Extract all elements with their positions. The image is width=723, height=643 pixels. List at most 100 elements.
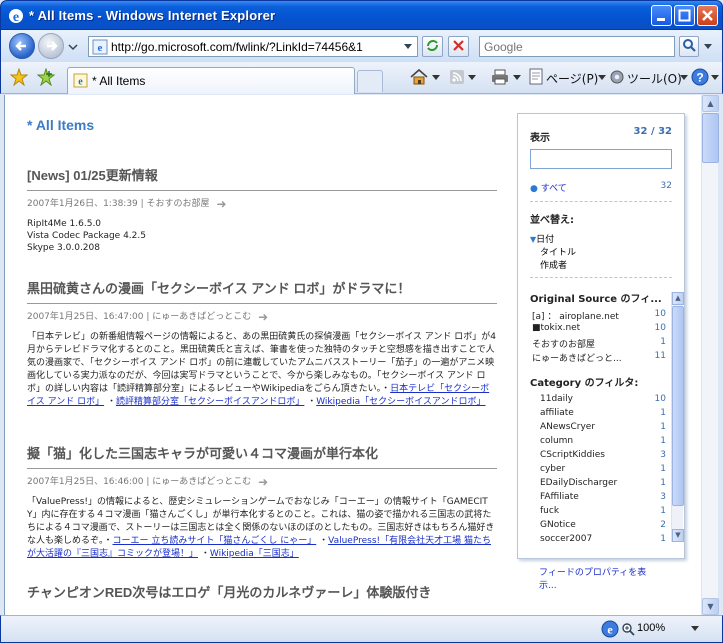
sort-option-title[interactable]: タイトル xyxy=(540,245,682,258)
go-arrow-icon[interactable]: ➜ xyxy=(258,310,268,324)
close-window-button[interactable] xyxy=(697,5,718,26)
address-dropdown-icon[interactable] xyxy=(402,42,414,52)
source-count: 10 xyxy=(654,309,666,319)
source-count: 11 xyxy=(654,351,666,361)
source-filter-label: Original Source のフィ... xyxy=(530,294,662,305)
page-scrollbar[interactable]: ▲ ▼ xyxy=(701,95,719,615)
filter-search-input[interactable] xyxy=(530,149,672,169)
search-options-dropdown-icon[interactable] xyxy=(703,43,713,51)
article-meta: 2007年1月25日、16:46:00 | にゅーあきばどっとこむ ➜ xyxy=(27,474,269,489)
history-dropdown-icon[interactable] xyxy=(67,42,79,52)
source-filter-item[interactable]: ■tokix.net 10 xyxy=(532,323,670,337)
page-dropdown-icon[interactable] xyxy=(598,75,606,81)
item-count: 32 / 32 xyxy=(633,126,672,137)
source-filter-item[interactable]: にゅーあきばどっと... 11 xyxy=(532,351,670,365)
article-link[interactable]: Wikipedia「三国志」 xyxy=(210,549,299,559)
address-bar[interactable]: e http://go.microsoft.com/fwlink/?LinkId… xyxy=(88,36,418,57)
tools-dropdown-icon[interactable] xyxy=(680,75,688,81)
page-menu-button[interactable]: ページ(P) xyxy=(546,70,598,88)
article-title[interactable]: 黒田硫黄さんの漫画「セクシーボイス アンド ロボ」がドラマに！ xyxy=(27,278,497,304)
feed-properties-link[interactable]: フィードのプロパティを表示... xyxy=(539,567,659,593)
category-filter-item[interactable]: EDailyDischarger 1 xyxy=(540,478,670,492)
forward-button[interactable] xyxy=(38,33,64,59)
page-menu-icon xyxy=(529,68,543,85)
category-filter-item[interactable]: cyber 1 xyxy=(540,464,670,478)
article-source[interactable]: そおすのお部屋 xyxy=(147,199,210,209)
category-filter-item[interactable]: soccer2007 1 xyxy=(540,534,670,548)
add-favorites-icon[interactable] xyxy=(37,68,55,86)
category-filter-item[interactable]: fuck 1 xyxy=(540,506,670,520)
internet-zone-icon[interactable]: e xyxy=(601,620,619,638)
category-filter-item[interactable]: affiliate 1 xyxy=(540,408,670,422)
source-count: 1 xyxy=(660,337,666,347)
feeds-icon[interactable] xyxy=(449,69,465,85)
article-source[interactable]: にゅーあきばどっとこむ xyxy=(152,312,251,322)
refresh-button[interactable] xyxy=(422,36,443,57)
article-title[interactable]: 擬「猫」化した三国志キャラが可愛い４コマ漫画が単行本化 xyxy=(27,443,497,469)
search-input[interactable] xyxy=(482,38,672,56)
home-dropdown-icon[interactable] xyxy=(432,75,440,81)
bullet-icon: ● xyxy=(530,184,538,194)
help-icon[interactable]: ? xyxy=(691,68,709,86)
category-count: 1 xyxy=(660,506,666,516)
home-icon[interactable] xyxy=(409,68,429,86)
filter-list-scrollbar[interactable]: ▲ ▼ xyxy=(671,292,684,542)
article-source[interactable]: にゅーあきばどっとこむ xyxy=(152,477,251,487)
category-filter-item[interactable]: FAffiliate 3 xyxy=(540,492,670,506)
favorites-star-icon[interactable] xyxy=(10,68,28,86)
scroll-down-arrow-icon[interactable]: ▼ xyxy=(672,529,684,542)
category-count: 2 xyxy=(660,520,666,530)
category-count: 3 xyxy=(660,492,666,502)
page-scroll-thumb[interactable] xyxy=(702,113,719,163)
category-filter-item[interactable]: column 1 xyxy=(540,436,670,450)
maximize-button[interactable] xyxy=(674,5,695,26)
article-title[interactable]: チャンピオンRED次号はエロゲ「月光のカルネヴァーレ」体験版付き xyxy=(27,582,497,607)
article-link[interactable]: Wikipedia「セクシーボイスアンドロボ」 xyxy=(316,397,485,407)
svg-text:e: e xyxy=(13,10,19,25)
stop-button[interactable] xyxy=(448,36,469,57)
new-tab-button[interactable] xyxy=(357,70,383,92)
go-arrow-icon[interactable]: ➜ xyxy=(258,475,268,489)
sort-label: 並べ替え: xyxy=(530,215,574,226)
category-count: 10 xyxy=(654,394,666,404)
minimize-icon xyxy=(657,18,665,21)
minimize-button[interactable] xyxy=(651,5,672,26)
sort-option-author[interactable]: 作成者 xyxy=(540,258,682,271)
tab-all-items[interactable]: e * All Items xyxy=(67,67,355,94)
print-icon[interactable] xyxy=(490,68,510,86)
help-dropdown-icon[interactable] xyxy=(711,75,719,81)
filter-all[interactable]: ● すべて 32 xyxy=(530,181,672,194)
go-arrow-icon[interactable]: ➜ xyxy=(216,197,226,211)
scroll-down-arrow-icon[interactable]: ▼ xyxy=(702,598,719,615)
back-button[interactable] xyxy=(9,33,35,59)
article-title[interactable]: [News] 01/25更新情報 xyxy=(27,165,497,191)
scroll-up-arrow-icon[interactable]: ▲ xyxy=(672,292,684,305)
window-title-bar[interactable]: e * All Items - Windows Internet Explore… xyxy=(0,0,723,30)
article-item: 擬「猫」化した三国志キャラが可愛い４コマ漫画が単行本化 2007年1月25日、1… xyxy=(27,443,497,561)
search-button[interactable] xyxy=(679,36,699,57)
zoom-dropdown-icon[interactable] xyxy=(691,626,699,632)
source-name: [a] ： airoplane.net xyxy=(532,312,619,322)
category-filter-item[interactable]: GNotice 2 xyxy=(540,520,670,534)
filter-list-scroll-thumb[interactable] xyxy=(672,306,684,506)
category-filter-item[interactable]: 11daily 10 xyxy=(540,394,670,408)
category-filter-item[interactable]: ANewsCryer 1 xyxy=(540,422,670,436)
status-bar: e 100% xyxy=(0,615,723,643)
search-box[interactable] xyxy=(479,36,675,57)
source-filter-item[interactable]: そおすのお部屋 1 xyxy=(532,337,670,351)
tools-menu-button[interactable]: ツール(O) xyxy=(627,70,682,88)
back-arrow-icon xyxy=(15,41,26,51)
article-item: チャンピオンRED次号はエロゲ「月光のカルネヴァーレ」体験版付き xyxy=(27,582,497,612)
tab-label: * All Items xyxy=(92,74,146,88)
category-filter-item[interactable]: CScriptKiddies 3 xyxy=(540,450,670,464)
scroll-up-arrow-icon[interactable]: ▲ xyxy=(702,95,719,112)
sort-option-date[interactable]: ▼日付 xyxy=(530,232,672,245)
page-icon: e xyxy=(92,39,108,55)
article-link[interactable]: 読評精算部分室「セクシーボイスアンドロボ」 xyxy=(116,397,304,407)
article-link[interactable]: コーエー 立ち読みサイト「猫さんごくし にゃー」 xyxy=(113,536,317,546)
page-title: * All Items xyxy=(27,117,95,133)
feeds-dropdown-icon[interactable] xyxy=(468,75,476,81)
zoom-level[interactable]: 100% xyxy=(637,622,665,634)
source-filter-item[interactable]: [a] ： airoplane.net 10 xyxy=(532,309,670,323)
print-dropdown-icon[interactable] xyxy=(513,75,521,81)
